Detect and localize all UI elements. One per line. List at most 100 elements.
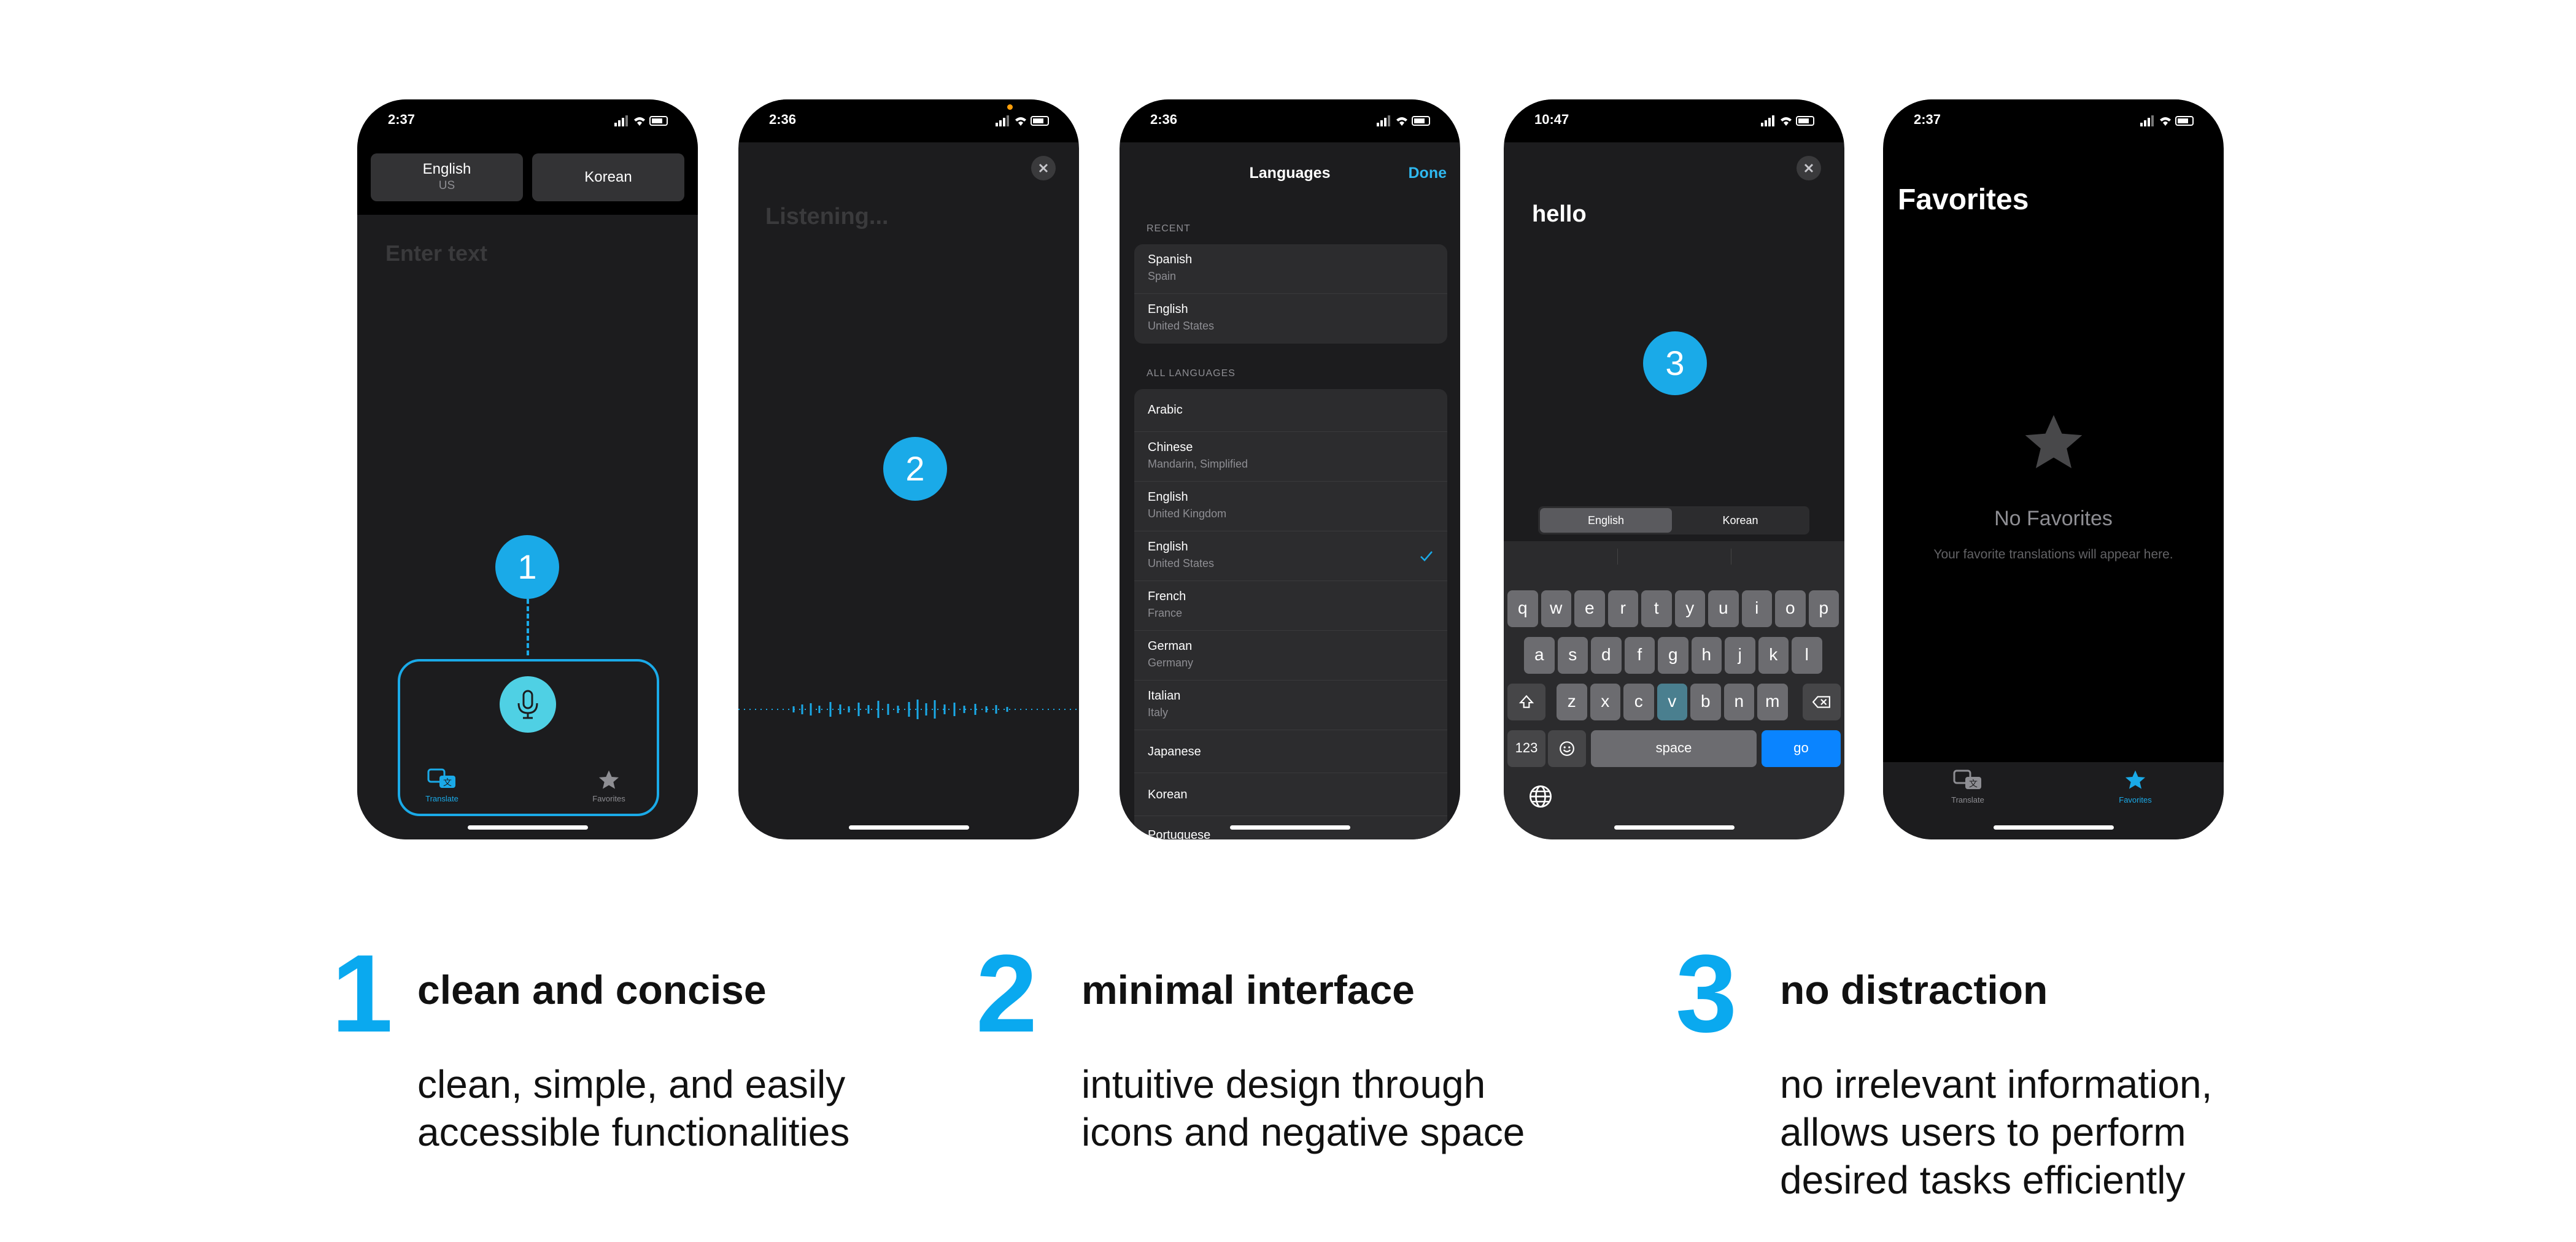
language-region: Spain xyxy=(1148,270,1177,282)
language-row[interactable]: Spanish Spain xyxy=(1134,244,1447,294)
status-icons xyxy=(1761,115,1814,126)
tab-favorites-label[interactable]: Favorites xyxy=(572,794,646,803)
language-segmented-control[interactable]: English Korean xyxy=(1538,506,1809,534)
page-title: Favorites xyxy=(1898,183,2029,216)
key-v[interactable]: v xyxy=(1657,684,1687,720)
segment-english[interactable]: English xyxy=(1540,508,1672,533)
caption-body: clean, simple, and easily accessible fun… xyxy=(417,1060,849,1156)
language-row[interactable]: English United States xyxy=(1134,294,1447,344)
source-language-button[interactable]: English US xyxy=(371,153,523,201)
close-button[interactable] xyxy=(1031,156,1056,180)
target-language-label: Korean xyxy=(584,169,632,185)
key-g[interactable]: g xyxy=(1658,637,1688,674)
key-s[interactable]: s xyxy=(1557,637,1588,674)
phone-listening-screen: 2:36 Listening... 2 xyxy=(738,99,1079,839)
microphone-button[interactable] xyxy=(500,676,556,733)
privacy-indicator-dot xyxy=(1007,104,1013,110)
go-key[interactable]: go xyxy=(1762,730,1841,767)
language-row[interactable]: Japanese xyxy=(1134,730,1447,773)
listening-label: Listening... xyxy=(765,204,889,230)
keyboard: qwertyuiop asdfghjkl zxcvbnm 123 space g… xyxy=(1504,541,1844,839)
connector-line xyxy=(527,599,529,655)
key-e[interactable]: e xyxy=(1574,590,1605,627)
language-region: France xyxy=(1148,607,1183,619)
tab-favorites-label[interactable]: Favorites xyxy=(2098,795,2172,804)
key-h[interactable]: h xyxy=(1691,637,1722,674)
phone-keyboard-screen: 10:47 hello 3 English Korean qwertyuiop … xyxy=(1504,99,1844,839)
language-name: French xyxy=(1148,590,1186,603)
svg-text:文: 文 xyxy=(443,778,452,788)
tab-translate-label[interactable]: Translate xyxy=(1931,795,2005,804)
target-language-button[interactable]: Korean xyxy=(532,153,684,201)
key-t[interactable]: t xyxy=(1641,590,1672,627)
caption-number: 3 xyxy=(1676,932,1738,1055)
caption-number: 2 xyxy=(976,932,1038,1055)
done-button[interactable]: Done xyxy=(1409,164,1447,182)
star-icon xyxy=(2025,415,2083,468)
home-indicator xyxy=(1229,825,1350,830)
key-z[interactable]: z xyxy=(1557,684,1587,720)
key-n[interactable]: n xyxy=(1723,684,1754,720)
star-tab-icon[interactable] xyxy=(2124,770,2146,792)
key-j[interactable]: j xyxy=(1725,637,1755,674)
language-name: German xyxy=(1148,639,1193,653)
key-d[interactable]: d xyxy=(1591,637,1622,674)
key-c[interactable]: c xyxy=(1623,684,1654,720)
space-key[interactable]: space xyxy=(1591,730,1757,767)
status-time: 2:36 xyxy=(769,112,797,127)
caption-line: intuitive design through xyxy=(1081,1062,1486,1106)
close-button[interactable] xyxy=(1797,156,1821,180)
key-m[interactable]: m xyxy=(1757,684,1788,720)
language-name: Chinese xyxy=(1148,441,1193,454)
key-p[interactable]: p xyxy=(1808,590,1839,627)
key-b[interactable]: b xyxy=(1690,684,1721,720)
numbers-key[interactable]: 123 xyxy=(1507,730,1545,767)
translate-tab-icon[interactable]: 文 xyxy=(1953,770,1982,792)
language-row[interactable]: Arabic xyxy=(1134,389,1447,432)
key-x[interactable]: x xyxy=(1590,684,1620,720)
status-icons xyxy=(2140,115,2194,126)
key-r[interactable]: r xyxy=(1607,590,1638,627)
key-o[interactable]: o xyxy=(1775,590,1806,627)
phone-translate-screen: 2:37 English US Korean Enter text 1 文 Tr… xyxy=(357,99,698,839)
caption-line: allows users to perform xyxy=(1780,1110,2186,1154)
delete-icon xyxy=(1812,696,1830,708)
key-l[interactable]: l xyxy=(1792,637,1822,674)
key-a[interactable]: a xyxy=(1524,637,1555,674)
delete-key[interactable] xyxy=(1803,684,1841,720)
language-row[interactable]: English United Kingdom xyxy=(1134,482,1447,531)
svg-text:文: 文 xyxy=(1969,779,1978,789)
star-tab-icon[interactable] xyxy=(598,770,620,792)
key-f[interactable]: f xyxy=(1624,637,1655,674)
home-indicator xyxy=(848,825,969,830)
segment-korean[interactable]: Korean xyxy=(1674,508,1806,533)
language-region: United States xyxy=(1148,557,1215,569)
emoji-key[interactable] xyxy=(1548,730,1586,767)
key-q[interactable]: q xyxy=(1507,590,1538,627)
language-row[interactable]: German Germany xyxy=(1134,631,1447,681)
language-row[interactable]: Korean xyxy=(1134,773,1447,816)
tab-translate-label[interactable]: Translate xyxy=(405,794,479,803)
predictive-bar xyxy=(1504,541,1844,572)
language-name: English xyxy=(1148,303,1188,316)
language-row-selected[interactable]: English United States xyxy=(1134,531,1447,581)
language-row[interactable]: Chinese Mandarin, Simplified xyxy=(1134,432,1447,482)
phone-languages-screen: 2:36 Languages Done RECENT Spanish Spain… xyxy=(1120,99,1460,839)
globe-icon[interactable] xyxy=(1528,784,1553,809)
key-u[interactable]: u xyxy=(1708,590,1739,627)
language-region: United Kingdom xyxy=(1148,507,1227,520)
key-w[interactable]: w xyxy=(1541,590,1571,627)
key-k[interactable]: k xyxy=(1758,637,1789,674)
language-region: Germany xyxy=(1148,657,1194,669)
status-bar: 2:37 xyxy=(1883,99,2224,142)
shift-key[interactable] xyxy=(1507,684,1545,720)
language-row[interactable]: Italian Italy xyxy=(1134,681,1447,730)
translate-tab-icon[interactable]: 文 xyxy=(427,768,457,790)
language-row[interactable]: French France xyxy=(1134,581,1447,631)
key-y[interactable]: y xyxy=(1674,590,1705,627)
status-bar: 10:47 xyxy=(1504,99,1844,142)
status-icons xyxy=(996,115,1049,126)
key-i[interactable]: i xyxy=(1741,590,1772,627)
language-name: Italian xyxy=(1148,689,1181,703)
input-text[interactable]: hello xyxy=(1532,201,1587,228)
